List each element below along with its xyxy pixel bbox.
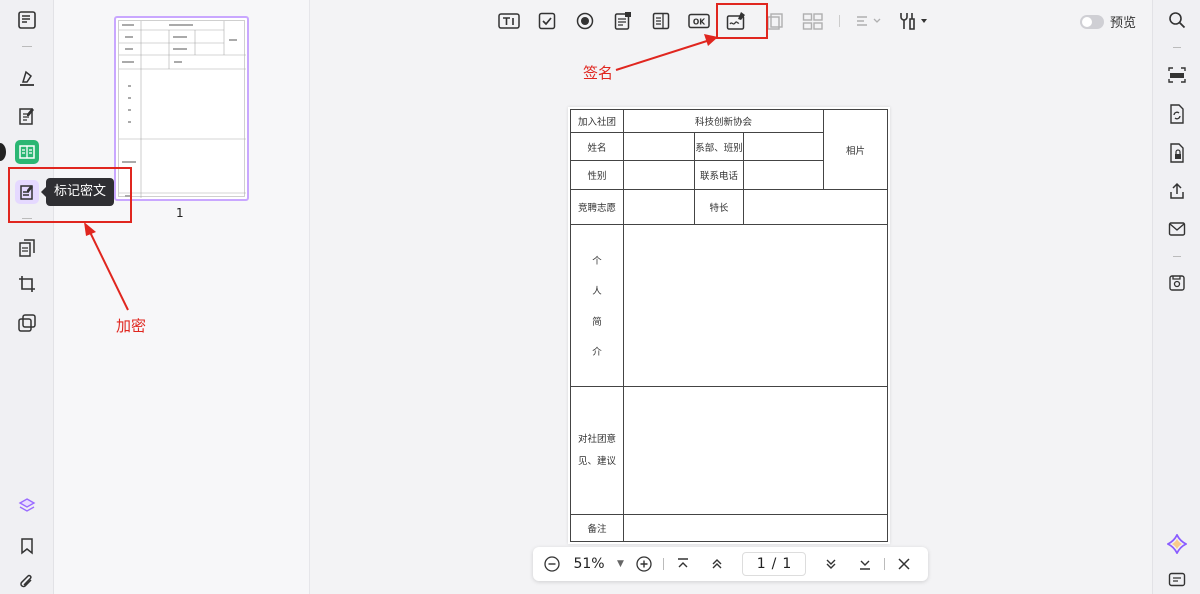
photo-label: 相片	[823, 109, 888, 190]
edit-pdf-icon[interactable]	[15, 104, 39, 128]
preview-toggle-switch[interactable]	[1080, 14, 1104, 29]
nav-divider	[884, 558, 885, 570]
preview-label: 预览	[1110, 16, 1137, 31]
right-tool-sidebar	[1152, 0, 1200, 594]
annotation-arrow-encrypt	[84, 222, 129, 311]
intro-char-3: 简	[592, 316, 602, 328]
organize-pages-icon[interactable]	[15, 236, 39, 260]
svg-text:OK: OK	[693, 18, 706, 27]
arrange-fields-icon[interactable]	[801, 9, 825, 33]
radio-button-tool-icon[interactable]	[573, 9, 597, 33]
pdf-editor-window: 1 标记密文 加密 OK 签名 预览 加入社团 科技创新协会 相片 姓名 系部、…	[0, 0, 1200, 594]
thumbnail-page-number: 1	[176, 206, 184, 220]
button-tool-icon[interactable]: OK	[687, 9, 711, 33]
page-separator: /	[771, 556, 777, 572]
crop-icon[interactable]	[15, 272, 39, 296]
layers-icon[interactable]	[15, 494, 39, 518]
list-box-tool-icon[interactable]	[649, 9, 673, 33]
zoom-level[interactable]: 51%	[561, 556, 617, 572]
name-label: 姓名	[570, 132, 624, 161]
remarks-field[interactable]	[623, 514, 888, 542]
close-navigation-icon[interactable]	[895, 555, 913, 573]
current-page: 1	[756, 556, 766, 572]
intro-field[interactable]	[623, 224, 888, 387]
phone-field[interactable]	[743, 160, 824, 190]
annotation-label-encrypt: 加密	[116, 317, 147, 335]
form-tool-icon[interactable]	[15, 140, 39, 164]
toggle-knob	[1082, 16, 1092, 27]
preview-toggle[interactable]: 预览	[1080, 12, 1136, 31]
share-icon[interactable]	[1166, 180, 1188, 202]
ocr-icon[interactable]	[1166, 64, 1188, 86]
first-page-icon[interactable]	[674, 555, 692, 573]
highlight-box-redact	[8, 167, 132, 223]
form-tools-dropdown-icon[interactable]	[898, 9, 928, 33]
total-pages: 1	[782, 556, 792, 572]
club-name-value: 科技创新协会	[623, 109, 824, 133]
save-icon[interactable]	[1166, 272, 1188, 294]
pdf-page: 加入社团 科技创新协会 相片 姓名 系部、班别 性别 联系电话 竞聘志愿 特长 …	[568, 107, 890, 544]
gender-label: 性别	[570, 160, 624, 190]
phone-label: 联系电话	[694, 160, 744, 190]
compress-icon[interactable]	[15, 311, 39, 335]
sidebar-divider	[22, 46, 32, 47]
ai-assistant-icon[interactable]	[1166, 533, 1188, 555]
specialty-label: 特长	[694, 189, 744, 225]
annotation-label-signature: 签名	[583, 64, 614, 82]
text-field-tool-icon[interactable]	[497, 9, 521, 33]
application-label: 竞聘志愿	[570, 189, 624, 225]
zoom-out-icon[interactable]	[543, 555, 561, 573]
align-fields-icon[interactable]	[854, 9, 884, 33]
dept-class-field[interactable]	[743, 132, 824, 161]
search-icon[interactable]	[1166, 9, 1188, 31]
intro-label: 个 人 简 介	[570, 224, 624, 387]
annotation-arrow-signature	[615, 34, 718, 71]
comments-panel-icon[interactable]	[1166, 570, 1188, 592]
zoom-dropdown-icon[interactable]: ▼	[617, 559, 631, 569]
opinion-label-line1: 对社团意	[577, 433, 616, 445]
sidebar-indicator-dot	[0, 143, 6, 161]
intro-char-2: 人	[592, 286, 602, 298]
specialty-field[interactable]	[743, 189, 888, 225]
dept-class-label: 系部、班别	[694, 132, 744, 161]
intro-char-4: 介	[592, 346, 602, 358]
opinion-field[interactable]	[623, 386, 888, 515]
sidebar-divider	[1173, 256, 1181, 257]
page-thumbnail[interactable]	[114, 16, 249, 201]
gender-field[interactable]	[623, 160, 695, 190]
comment-highlight-icon[interactable]	[15, 66, 39, 90]
highlight-box-signature	[716, 3, 768, 39]
opinion-label-line2: 见、建议	[577, 455, 616, 467]
remarks-label: 备注	[570, 514, 624, 542]
previous-page-icon[interactable]	[708, 555, 726, 573]
next-page-icon[interactable]	[822, 555, 840, 573]
last-page-icon[interactable]	[856, 555, 874, 573]
name-field[interactable]	[623, 132, 695, 161]
attachment-icon[interactable]	[15, 570, 39, 594]
reader-mode-icon[interactable]	[15, 8, 39, 32]
intro-char-1: 个	[592, 256, 602, 268]
application-field[interactable]	[623, 189, 695, 225]
email-icon[interactable]	[1166, 218, 1188, 240]
dropdown-tool-icon[interactable]	[611, 9, 635, 33]
left-tool-sidebar	[0, 0, 54, 594]
join-club-label: 加入社团	[570, 109, 624, 133]
zoom-in-icon[interactable]	[635, 555, 653, 573]
bookmark-icon[interactable]	[15, 534, 39, 558]
convert-icon[interactable]	[1166, 103, 1188, 125]
checkbox-tool-icon[interactable]	[535, 9, 559, 33]
page-number-input[interactable]: 1 / 1	[742, 552, 806, 576]
thumbnail-preview	[118, 20, 246, 198]
protect-icon[interactable]	[1166, 142, 1188, 164]
page-navigation-bar: 51% ▼ 1 / 1	[533, 547, 928, 581]
nav-divider	[663, 558, 664, 570]
application-form-table: 加入社团 科技创新协会 相片 姓名 系部、班别 性别 联系电话 竞聘志愿 特长 …	[570, 109, 888, 542]
toolbar-divider	[839, 15, 840, 27]
opinion-label: 对社团意 见、建议	[570, 386, 624, 515]
sidebar-divider	[1173, 47, 1181, 48]
